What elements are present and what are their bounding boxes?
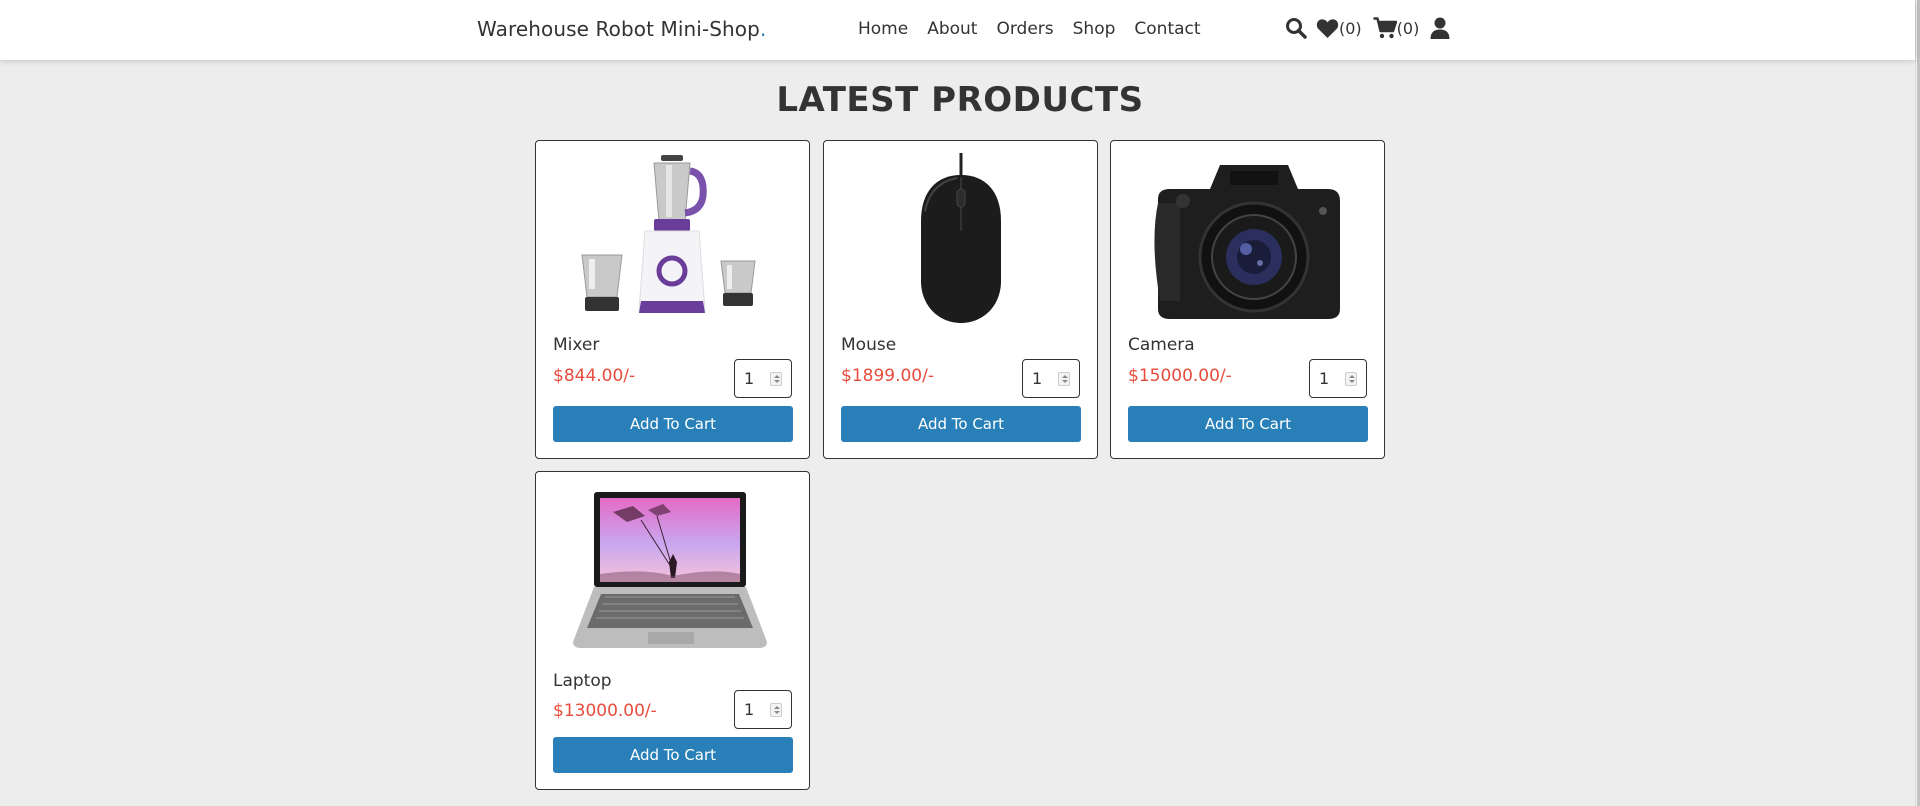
laptop-image	[553, 482, 793, 657]
nav-shop-link[interactable]: Shop	[1073, 19, 1116, 39]
nav-contact-link[interactable]: Contact	[1134, 19, 1200, 39]
logo-dot: .	[759, 17, 767, 41]
wishlist-count: (0)	[1339, 18, 1362, 38]
camera-illustration	[1154, 165, 1340, 319]
quantity-stepper[interactable]	[770, 372, 782, 386]
product-card: Mouse $1899.00/- 1 Add To Cart	[823, 140, 1098, 459]
logo[interactable]: Warehouse Robot Mini-Shop.	[477, 17, 766, 41]
mouse-image	[841, 151, 1081, 326]
quantity-stepper[interactable]	[1345, 372, 1357, 386]
quantity-input[interactable]: 1	[1309, 359, 1367, 398]
account-button[interactable]	[1430, 17, 1450, 39]
nav-about-link[interactable]: About	[927, 19, 977, 39]
quantity-stepper[interactable]	[1058, 372, 1070, 386]
product-card: Laptop $13000.00/- 1 Add To Cart	[535, 471, 810, 790]
logo-text: Warehouse Robot Mini-Shop	[477, 17, 760, 41]
add-to-cart-button[interactable]: Add To Cart	[553, 406, 793, 442]
quantity-input[interactable]: 1	[734, 690, 792, 729]
add-to-cart-button[interactable]: Add To Cart	[1128, 406, 1368, 442]
cart-icon	[1373, 17, 1397, 39]
product-card: Camera $15000.00/- 1 Add To Cart	[1110, 140, 1385, 459]
search-button[interactable]	[1285, 17, 1307, 39]
product-name: Camera	[1128, 335, 1195, 355]
page-scrollbar[interactable]	[1915, 0, 1920, 806]
search-icon	[1286, 18, 1307, 39]
heart-icon	[1316, 18, 1339, 38]
mouse-illustration	[921, 153, 1001, 323]
site-header: Warehouse Robot Mini-Shop. Home About Or…	[0, 0, 1915, 60]
product-price: $1899.00/-	[841, 366, 934, 386]
camera-image	[1128, 151, 1368, 326]
quantity-value: 1	[1319, 369, 1330, 388]
product-card: Mixer $844.00/- 1 Add To Cart	[535, 140, 810, 459]
add-to-cart-button[interactable]: Add To Cart	[841, 406, 1081, 442]
product-name: Mixer	[553, 335, 600, 355]
quantity-input[interactable]: 1	[1022, 359, 1080, 398]
quantity-value: 1	[744, 700, 755, 719]
product-price: $13000.00/-	[553, 701, 657, 721]
mixer-illustration	[581, 155, 756, 313]
add-to-cart-button[interactable]: Add To Cart	[553, 737, 793, 773]
user-icon	[1430, 17, 1450, 39]
cart-count: (0)	[1396, 18, 1420, 38]
product-price: $15000.00/-	[1128, 366, 1232, 386]
quantity-value: 1	[1032, 369, 1043, 388]
product-name: Laptop	[553, 671, 612, 691]
cart-button[interactable]: (0)	[1373, 17, 1420, 39]
quantity-value: 1	[744, 369, 755, 388]
quantity-input[interactable]: 1	[734, 359, 792, 398]
mixer-image	[553, 151, 793, 326]
nav-home-link[interactable]: Home	[858, 19, 908, 39]
header-icons: (0) (0)	[1285, 17, 1461, 39]
product-name: Mouse	[841, 335, 897, 355]
quantity-stepper[interactable]	[770, 703, 782, 717]
page-title: LATEST PRODUCTS	[776, 80, 1144, 120]
laptop-illustration	[573, 492, 767, 648]
nav-orders-link[interactable]: Orders	[996, 19, 1053, 39]
main-nav: Home About Orders Shop Contact	[858, 19, 1220, 39]
wishlist-button[interactable]: (0)	[1316, 18, 1362, 39]
product-price: $844.00/-	[553, 366, 636, 386]
